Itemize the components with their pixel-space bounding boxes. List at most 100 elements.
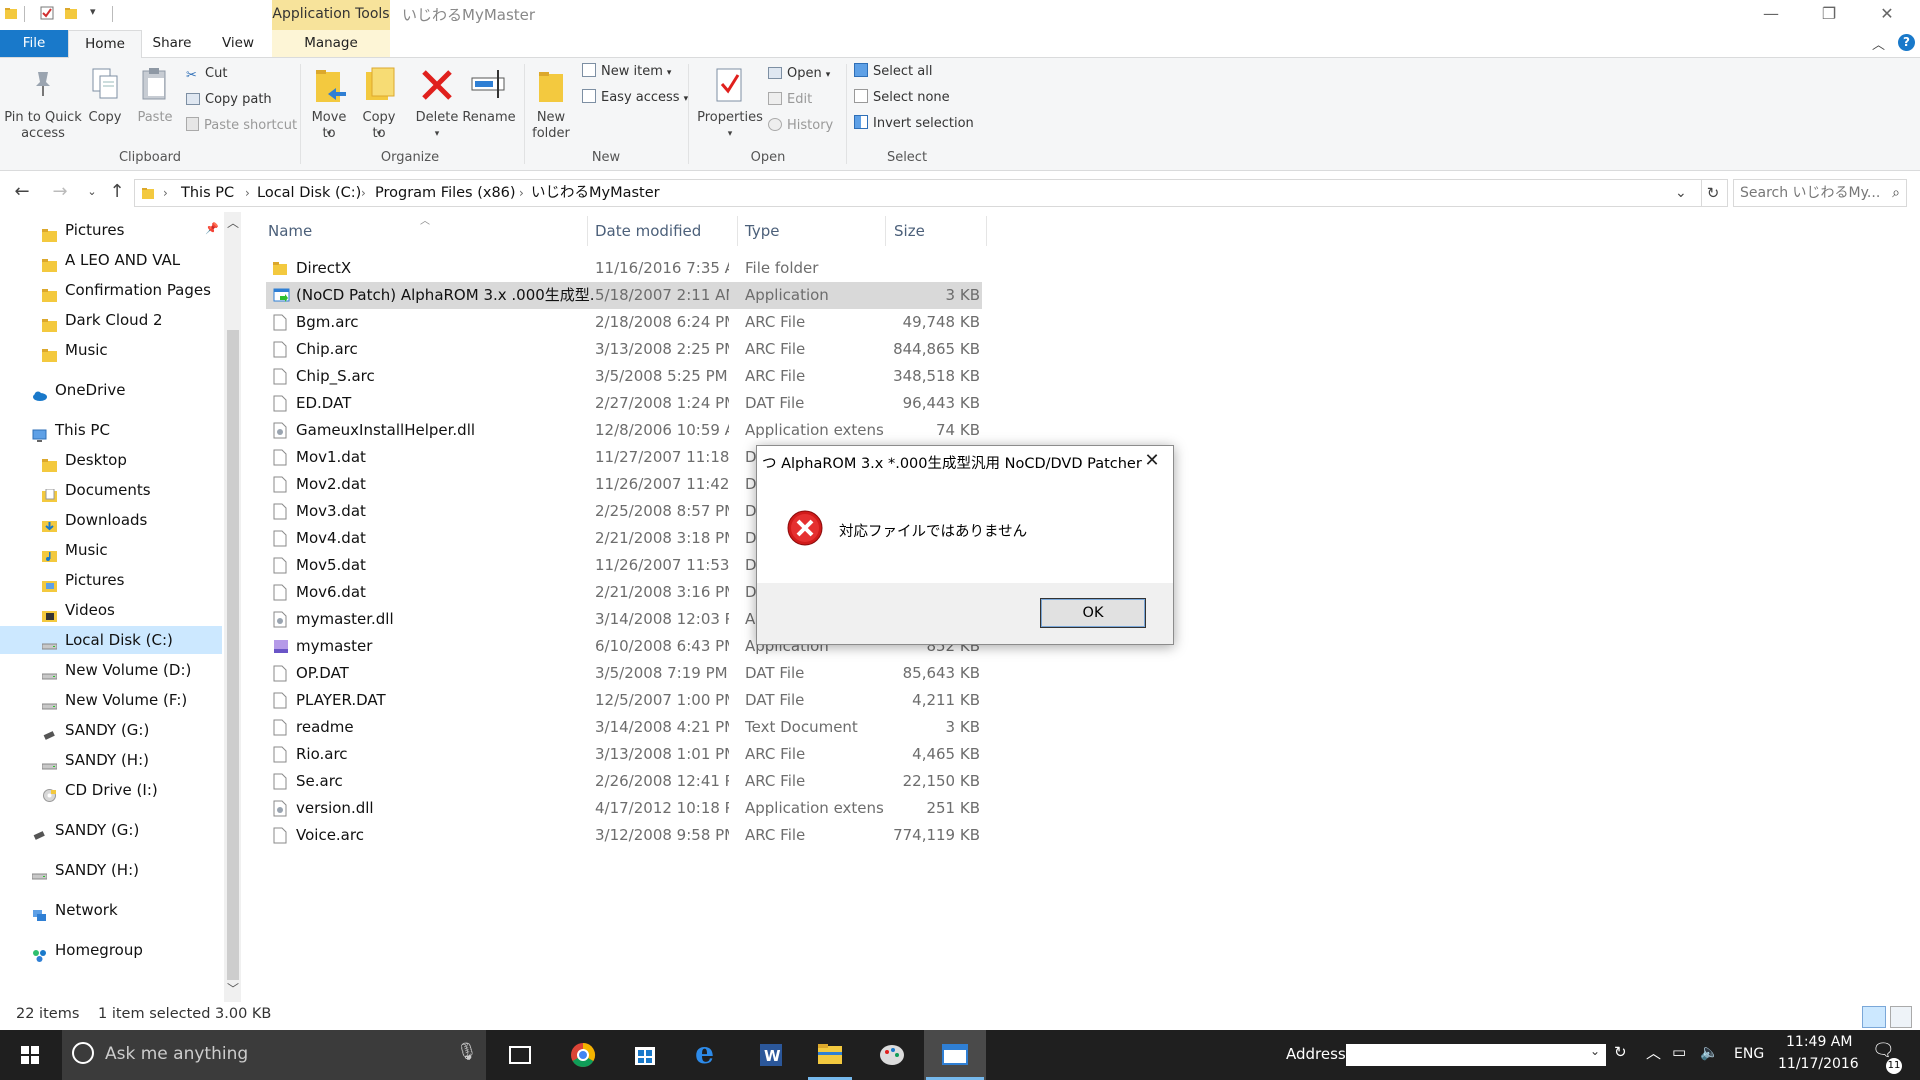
back-button[interactable]: ← [10,180,34,204]
word-icon[interactable]: W [740,1030,800,1080]
address-toolbar-go-icon[interactable]: ↻ [1614,1043,1627,1061]
nav-item[interactable]: New Volume (D:) [0,656,222,684]
copy-path-button[interactable]: Copy path [186,90,272,110]
nav-item[interactable]: A LEO AND VAL [0,246,222,274]
tab-share[interactable]: Share [146,30,198,57]
properties-dropdown-arrow[interactable]: ▾ [694,126,766,142]
nav-item[interactable]: OneDrive [0,376,222,404]
nav-item[interactable]: Homegroup [0,936,222,964]
nav-item[interactable]: Documents [0,476,222,504]
file-row[interactable]: version.dll4/17/2012 10:18 PMApplication… [266,795,982,822]
nav-item[interactable]: CD Drive (I:) [0,776,222,804]
column-separator[interactable] [885,216,886,246]
nav-item[interactable]: Desktop [0,446,222,474]
details-view-icon[interactable] [1862,1006,1886,1028]
easy-access-button[interactable]: Easy access ▾ [582,88,688,108]
breadcrumb-program-files[interactable]: Program Files (x86) [375,180,516,206]
nav-item[interactable]: SANDY (H:) [0,856,222,884]
nav-item[interactable]: Music [0,336,222,364]
select-none-button[interactable]: Select none [854,88,950,108]
nav-item[interactable]: This PC [0,416,222,444]
edge-icon[interactable]: e [695,1036,714,1071]
search-box[interactable]: Search いじわるMy... ⌕ [1733,179,1907,207]
file-row[interactable]: Chip.arc 3/13/2008 2:25 PM ARC File 844,865… [266,336,982,363]
properties-button[interactable]: Properties [694,110,766,126]
close-button[interactable]: ✕ [1858,0,1916,30]
recent-locations-arrow[interactable]: ⌄ [80,180,104,204]
new-folder-button[interactable]: New folder [528,110,574,142]
folder-icon[interactable] [4,6,18,20]
address-dropdown-arrow[interactable]: ⌄ [1675,180,1687,206]
collapse-ribbon-icon[interactable]: ︿ [1872,34,1885,53]
file-explorer-icon[interactable] [800,1030,860,1080]
ok-button[interactable]: OK [1040,598,1146,628]
nav-item[interactable]: Dark Cloud 2 [0,306,222,334]
nav-item[interactable]: SANDY (H:) [0,746,222,774]
move-to-dropdown-arrow[interactable]: ▾ [306,126,352,142]
delete-dropdown-arrow[interactable]: ▾ [412,126,462,142]
column-separator[interactable] [587,216,588,246]
help-icon[interactable]: ? [1898,34,1915,51]
clock-time[interactable]: 11:49 AM [1786,1034,1852,1050]
address-toolbar-dropdown-arrow[interactable]: ⌄ [1590,1044,1600,1058]
nav-scroll-up-arrow[interactable]: ︿ [227,214,239,231]
nav-item[interactable]: Music [0,536,222,564]
paint-icon[interactable] [862,1030,922,1080]
forward-button[interactable]: → [48,180,72,204]
select-all-button[interactable]: Select all [854,62,932,82]
large-icons-view-icon[interactable] [1890,1006,1912,1028]
file-row[interactable]: OP.DAT 3/5/2008 7:19 PM DAT File 85,643 KB [266,660,982,687]
task-view-icon[interactable] [490,1030,550,1080]
column-separator[interactable] [737,216,738,246]
refresh-button[interactable]: ↻ [1699,179,1728,207]
nav-scroll-down-arrow[interactable]: ﹀ [227,980,239,997]
history-button[interactable]: History [768,116,833,136]
breadcrumb-local-disk[interactable]: Local Disk (C:) [257,180,361,206]
breadcrumb-current-folder[interactable]: いじわるMyMaster [531,180,660,206]
file-row[interactable]: ED.DAT 2/27/2008 1:24 PM DAT File 96,443 KB [266,390,982,417]
dialog-close-button[interactable]: ✕ [1139,448,1165,474]
copy-to-dropdown-arrow[interactable]: ▾ [356,126,402,142]
tab-file[interactable]: File [0,30,68,57]
cut-button[interactable]: ✂ Cut [186,64,227,84]
address-bar[interactable]: › This PC › Local Disk (C:) › Program Fi… [134,179,1702,207]
file-row[interactable]: Chip_S.arc 3/5/2008 5:25 PM ARC File 348,51… [266,363,982,390]
nav-item[interactable]: Local Disk (C:) [0,626,222,654]
column-header-name[interactable]: Name [268,218,312,244]
chrome-icon[interactable] [553,1030,613,1080]
file-row[interactable]: readme 3/14/2008 4:21 PM Text Document 3 KB [266,714,982,741]
new-folder-icon[interactable] [64,6,78,20]
tab-home[interactable]: Home [68,30,142,59]
up-button[interactable]: ↑ [105,180,129,204]
show-hidden-icons-arrow[interactable]: ︿ [1646,1042,1661,1063]
invert-selection-button[interactable]: Invert selection [854,114,974,134]
breadcrumb-this-pc[interactable]: This PC [181,180,234,206]
file-row[interactable]: Voice.arc 3/12/2008 9:58 PM ARC File 774,11… [266,822,982,849]
language-indicator[interactable]: ENG [1734,1046,1764,1062]
network-status-icon[interactable]: ▭ [1672,1043,1686,1061]
volume-icon[interactable]: 🔈 [1700,1043,1719,1061]
new-item-button[interactable]: New item ▾ [582,62,671,82]
nav-item[interactable]: New Volume (F:) [0,686,222,714]
file-row[interactable]: Bgm.arc 2/18/2008 6:24 PM ARC File 49,748 K… [266,309,982,336]
nav-item[interactable]: Downloads [0,506,222,534]
delete-button[interactable]: Delete [412,110,462,126]
file-row[interactable]: Rio.arc 3/13/2008 1:01 PM ARC File 4,465 KB [266,741,982,768]
paste-shortcut-button[interactable]: Paste shortcut [186,116,297,136]
address-toolbar-input[interactable] [1346,1044,1606,1066]
tab-manage[interactable]: Manage [272,30,390,57]
pin-quick-access-button[interactable]: Pin to Quick access [2,110,84,142]
minimize-button[interactable]: — [1742,0,1800,30]
file-row[interactable]: PLAYER.DAT 12/5/2007 1:00 PM DAT File 4,211… [266,687,982,714]
edit-button[interactable]: Edit [768,90,812,110]
column-separator[interactable] [986,216,987,246]
file-row[interactable]: GameuxInstallHelper.dll 12/8/2006 10:59 A… [266,417,982,444]
restore-button[interactable]: ❐ [1800,0,1858,30]
nav-item[interactable]: Confirmation Pages [0,276,222,304]
nav-scrollbar-thumb[interactable] [227,330,239,980]
column-header-type[interactable]: Type [745,218,779,244]
file-row[interactable]: Se.arc2/26/2008 12:41 PMARC File22,150 K… [266,768,982,795]
nav-item[interactable]: SANDY (G:) [0,816,222,844]
windows-start-icon[interactable] [0,1030,60,1080]
rename-button[interactable]: Rename [462,110,516,126]
